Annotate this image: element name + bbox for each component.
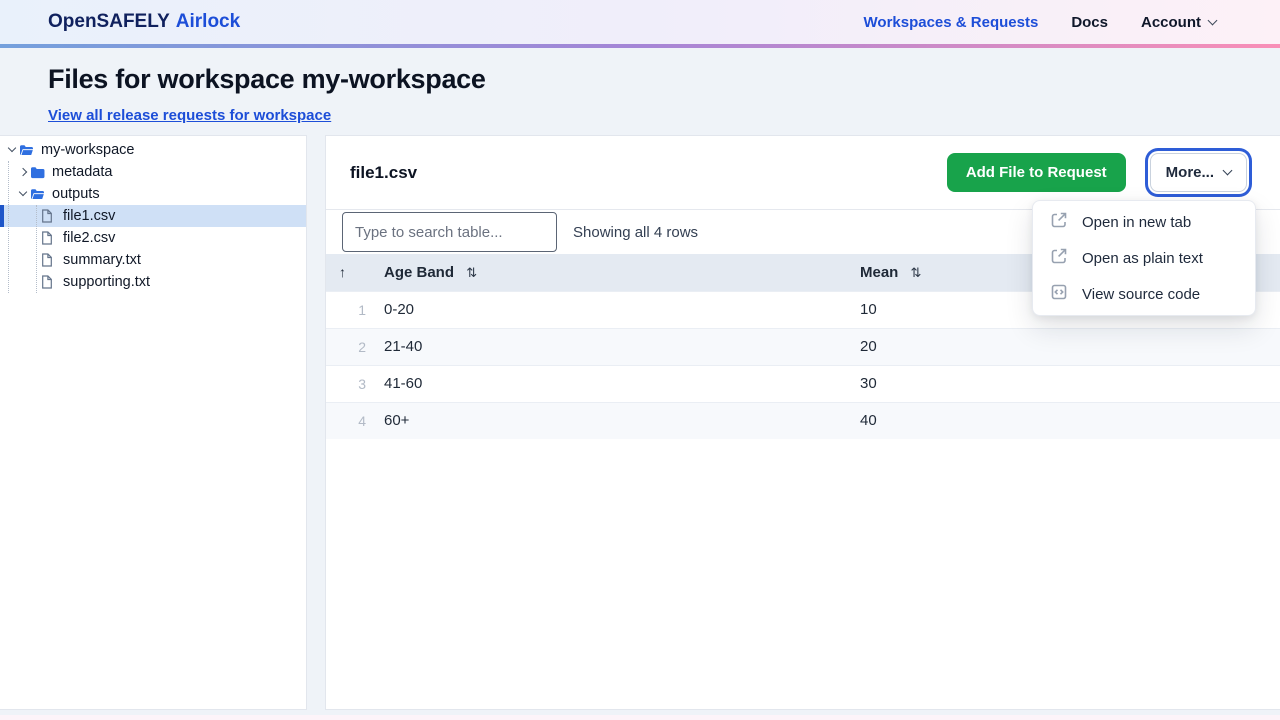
- nav-links: Workspaces & Requests Docs Account: [864, 14, 1216, 31]
- view-release-requests-link[interactable]: View all release requests for workspace: [48, 107, 331, 124]
- page-title: Files for workspace my-workspace: [48, 64, 1232, 95]
- tree-item-label: metadata: [52, 164, 112, 180]
- chevron-down-icon[interactable]: [15, 193, 30, 195]
- tree-item-label: supporting.txt: [63, 274, 150, 290]
- menu-item-open-as-plain-text[interactable]: Open as plain text: [1033, 240, 1255, 276]
- more-dropdown-menu: Open in new tab Open as plain text View so…: [1032, 200, 1256, 316]
- folder-icon: [30, 166, 46, 179]
- table-row: 460+40: [326, 402, 1280, 439]
- age-band-cell: 41-60: [376, 365, 852, 402]
- file-icon: [41, 209, 57, 223]
- open-folder-icon: [19, 144, 35, 157]
- mean-cell: 30: [852, 365, 1280, 402]
- sort-icon: ⇅: [466, 265, 477, 280]
- chevron-right-icon[interactable]: [15, 169, 30, 175]
- table-row: 221-4020: [326, 328, 1280, 365]
- chevron-down-icon: [1223, 166, 1233, 176]
- navbar: OpenSAFELY Airlock Workspaces & Requests…: [0, 0, 1280, 44]
- tree-item-file1.csv[interactable]: file1.csv: [0, 205, 306, 227]
- menu-item-label: Open in new tab: [1082, 214, 1191, 231]
- file-browser-panel: my-workspace metadata outputs file1.csv file…: [0, 135, 307, 710]
- file-tree: my-workspace metadata outputs file1.csv file…: [0, 136, 306, 293]
- account-label: Account: [1141, 14, 1201, 31]
- file-icon: [41, 275, 57, 289]
- tree-item-my-workspace[interactable]: my-workspace: [0, 139, 306, 161]
- brand-logo[interactable]: OpenSAFELY Airlock: [48, 11, 240, 33]
- row-number-cell: 3: [326, 365, 376, 402]
- sort-ascending-icon: ↑: [326, 264, 346, 280]
- tree-item-file2.csv[interactable]: file2.csv: [0, 227, 306, 249]
- tree-item-outputs[interactable]: outputs: [0, 183, 306, 205]
- footer-strip: [0, 715, 1280, 720]
- code-icon: [1050, 283, 1068, 305]
- sort-icon: ⇅: [911, 265, 922, 280]
- open-folder-icon: [30, 188, 46, 201]
- table-row: 341-6030: [326, 365, 1280, 402]
- menu-item-view-source-code[interactable]: View source code: [1033, 276, 1255, 312]
- file-title: file1.csv: [350, 163, 417, 183]
- nav-link-workspaces-requests[interactable]: Workspaces & Requests: [864, 14, 1039, 31]
- row-number-cell: 2: [326, 328, 376, 365]
- age-band-cell: 60+: [376, 402, 852, 439]
- tree-item-supporting.txt[interactable]: supporting.txt: [0, 271, 306, 293]
- external-link-icon: [1050, 211, 1068, 233]
- brand-secondary: Airlock: [176, 11, 240, 33]
- file-icon: [41, 253, 57, 267]
- column-label: Mean: [860, 264, 898, 281]
- mean-cell: 20: [852, 328, 1280, 365]
- tree-item-label: summary.txt: [63, 252, 141, 268]
- rows-status: Showing all 4 rows: [573, 224, 698, 241]
- external-link-icon: [1050, 247, 1068, 269]
- file-actions: Add File to Request More...: [947, 153, 1256, 192]
- file-icon: [41, 231, 57, 245]
- tree-item-summary.txt[interactable]: summary.txt: [0, 249, 306, 271]
- tree-item-metadata[interactable]: metadata: [0, 161, 306, 183]
- add-file-to-request-button[interactable]: Add File to Request: [947, 153, 1126, 192]
- file-header: file1.csv Add File to Request More...: [326, 136, 1280, 209]
- age-band-cell: 21-40: [376, 328, 852, 365]
- chevron-down-icon[interactable]: [4, 149, 19, 151]
- menu-item-open-in-new-tab[interactable]: Open in new tab: [1033, 204, 1255, 240]
- row-number-cell: 1: [326, 291, 376, 328]
- menu-item-label: Open as plain text: [1082, 250, 1203, 267]
- brand-primary: OpenSAFELY: [48, 11, 170, 33]
- tree-item-label: file2.csv: [63, 230, 115, 246]
- tree-item-label: outputs: [52, 186, 100, 202]
- nav-link-docs[interactable]: Docs: [1071, 14, 1108, 31]
- row-number-cell: 4: [326, 402, 376, 439]
- more-button[interactable]: More...: [1150, 153, 1247, 192]
- tree-item-label: my-workspace: [41, 142, 134, 158]
- mean-cell: 40: [852, 402, 1280, 439]
- column-header-row-number[interactable]: ↑: [326, 254, 376, 291]
- page-header: Files for workspace my-workspace View al…: [0, 48, 1280, 125]
- search-input[interactable]: [342, 212, 557, 252]
- column-header-age-band[interactable]: Age Band ⇅: [376, 254, 852, 291]
- chevron-down-icon: [1208, 15, 1218, 25]
- more-button-label: More...: [1166, 164, 1214, 181]
- menu-item-label: View source code: [1082, 286, 1200, 303]
- column-label: Age Band: [384, 264, 454, 281]
- tree-item-label: file1.csv: [63, 208, 115, 224]
- age-band-cell: 0-20: [376, 291, 852, 328]
- account-menu-button[interactable]: Account: [1141, 14, 1216, 31]
